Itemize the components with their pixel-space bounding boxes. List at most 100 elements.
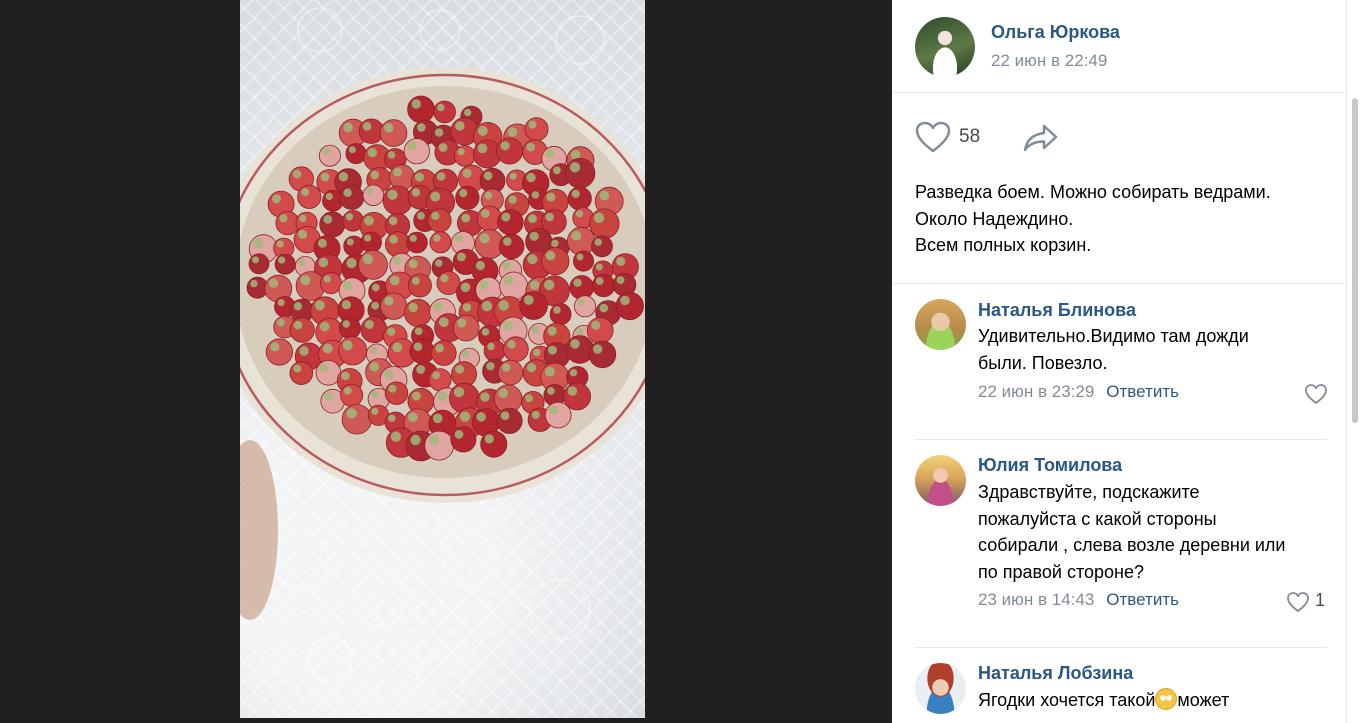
strawberry-calyx (501, 363, 511, 372)
divider (915, 439, 1327, 440)
strawberry-calyx (362, 122, 372, 131)
strawberry-calyx (457, 318, 467, 328)
strawberry-calyx (323, 275, 331, 283)
post-panel: Ольга Юркова 22 июн в 22:49 58 Разведка … (892, 0, 1346, 723)
heart-outline-icon[interactable] (1304, 383, 1328, 405)
strawberry-calyx (369, 362, 380, 372)
comment-author-link[interactable]: Наталья Лобзина (978, 663, 1133, 684)
strawberry-calyx (322, 147, 330, 156)
strawberry (497, 208, 524, 236)
strawberry-calyx (433, 234, 441, 242)
strawberry (429, 231, 452, 254)
comment-avatar[interactable] (915, 299, 966, 350)
strawberry-calyx (301, 188, 310, 197)
strawberry-calyx (299, 214, 307, 223)
comment-author-link[interactable]: Юлия Томилова (978, 455, 1122, 476)
strawberry-calyx (531, 410, 540, 419)
comment-date[interactable]: 23 июн в 14:43 (978, 590, 1094, 609)
comment-author-link[interactable]: Наталья Блинова (978, 300, 1136, 321)
strawberry (549, 303, 572, 326)
comment-text-line: Здравствуйте, подскажите (978, 482, 1200, 502)
strawberry-calyx (341, 300, 351, 310)
reply-button[interactable]: Ответить (1106, 382, 1179, 401)
like-count[interactable]: 58 (959, 126, 980, 148)
post-photo[interactable] (240, 0, 645, 718)
heart-icon[interactable] (915, 121, 951, 153)
strawberry-calyx (346, 258, 357, 269)
share-arrow-icon[interactable] (1022, 122, 1060, 154)
strawberry-calyx (433, 301, 443, 311)
strawberry-calyx (364, 215, 374, 226)
photo-viewer-backdrop[interactable] (0, 0, 892, 723)
strawberry-calyx (435, 259, 443, 267)
author-name-link[interactable]: Ольга Юркова (991, 22, 1120, 43)
strawberry-calyx (338, 172, 349, 182)
strawberry-calyx (533, 348, 541, 357)
heart-outline-icon[interactable] (1286, 591, 1310, 613)
comment-date[interactable]: 22 июн в 23:29 (978, 382, 1094, 401)
strawberry-calyx (569, 162, 581, 173)
scrollbar-thumb[interactable] (1352, 98, 1358, 423)
strawberry-calyx (393, 256, 402, 265)
strawberry-calyx (483, 171, 493, 181)
reply-button[interactable]: Ответить (1106, 590, 1179, 609)
strawberry-calyx (323, 215, 333, 224)
strawberry-calyx (342, 340, 353, 351)
strawberry (427, 208, 452, 233)
strawberry-calyx (324, 392, 333, 401)
strawberry-calyx (457, 252, 466, 262)
comment-avatar[interactable] (915, 663, 966, 714)
strawberry (541, 247, 570, 276)
strawberry-calyx (481, 328, 490, 336)
strawberry-calyx (417, 123, 426, 132)
strawberry-calyx (599, 190, 610, 201)
strawberry-calyx (435, 343, 444, 353)
strawberry (431, 340, 457, 366)
strawberry (428, 368, 452, 392)
strawberry-calyx (569, 369, 578, 377)
strawberry-calyx (479, 233, 490, 244)
strawberry-calyx (341, 371, 350, 381)
comment-like-count[interactable]: 1 (1315, 590, 1325, 611)
strawberry (519, 291, 548, 320)
strawberry-calyx (388, 384, 397, 393)
strawberry (403, 298, 432, 327)
strawberry (318, 144, 341, 167)
strawberry (360, 316, 388, 344)
post-date[interactable]: 22 июн в 22:49 (991, 51, 1107, 71)
strawberry-calyx (531, 326, 539, 334)
strawberry-calyx (343, 386, 352, 395)
strawberry-calyx (440, 274, 449, 283)
strawberry (339, 185, 365, 210)
strawberry (338, 336, 368, 366)
strawberry-calyx (364, 320, 374, 329)
strawberry-calyx (462, 168, 472, 178)
strawberry-calyx (319, 363, 329, 373)
strawberry-calyx (367, 148, 378, 158)
strawberry-calyx (410, 434, 421, 446)
strawberry (591, 235, 613, 258)
strawberry-calyx (527, 254, 538, 265)
strawberry-calyx (408, 141, 417, 151)
comment-avatar[interactable] (915, 455, 966, 506)
strawberry-calyx (507, 127, 518, 137)
strawberry-calyx (348, 146, 356, 154)
strawberry-calyx (620, 295, 630, 306)
strawberry-calyx (546, 192, 556, 202)
comment-meta: 22 июн в 23:29 Ответить (978, 382, 1179, 402)
strawberry-calyx (553, 166, 561, 175)
strawberry-calyx (408, 412, 418, 423)
strawberry-calyx (393, 167, 402, 177)
strawberry-calyx (276, 240, 284, 248)
strawberry-calyx (547, 326, 557, 336)
strawberry-calyx (300, 275, 311, 286)
strawberry-calyx (553, 306, 561, 314)
strawberry-calyx (479, 280, 489, 290)
strawberry (452, 314, 480, 342)
divider (892, 283, 1346, 284)
author-avatar[interactable] (915, 17, 975, 77)
strawberry (379, 119, 408, 147)
comment-text-line: Ягодки хочется такой может (978, 687, 1328, 714)
strawberry (274, 253, 296, 275)
strawberry-calyx (371, 407, 379, 415)
